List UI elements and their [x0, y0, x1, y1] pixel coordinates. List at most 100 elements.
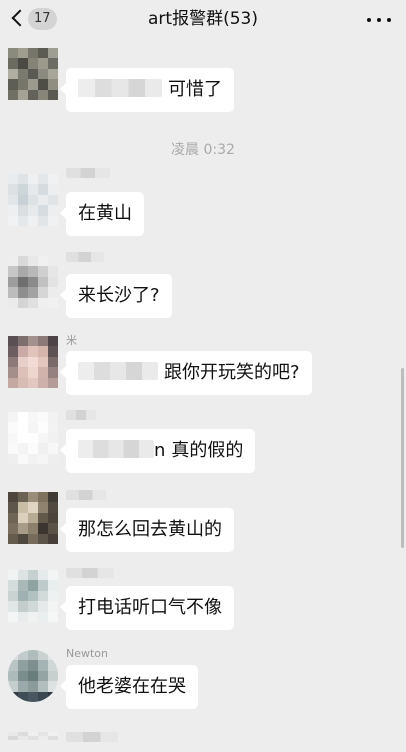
avatar-pixel — [48, 691, 58, 702]
avatar-pixel — [18, 68, 28, 80]
avatar-pixel — [38, 443, 48, 454]
message-list[interactable]: 可惜了 凌晨 0:32 在黄山 来长沙了? 米 跟你开玩笑的吧? n 真的假的 那… — [0, 40, 406, 752]
avatar-pixel — [28, 266, 38, 277]
avatar-pixel — [48, 174, 58, 185]
avatar-pixel — [28, 346, 38, 357]
avatar-pixel — [18, 205, 28, 216]
message-bubble[interactable]: 在黄山 — [60, 192, 144, 236]
avatar-pixel — [48, 377, 58, 388]
avatar-pixel — [48, 580, 58, 591]
avatar[interactable] — [8, 570, 58, 622]
avatar-pixel — [28, 570, 38, 581]
message-text: 那怎么回去黄山的 — [78, 519, 222, 540]
avatar-pixel — [48, 276, 58, 288]
avatar-pixel — [8, 48, 18, 59]
scrollbar[interactable] — [401, 368, 404, 548]
avatar-pixel — [48, 650, 58, 661]
avatar-pixel — [8, 412, 18, 423]
avatar-pixel — [28, 276, 38, 288]
avatar-pixel — [18, 691, 28, 702]
avatar-pixel — [18, 367, 28, 378]
avatar-pixel — [38, 601, 48, 612]
avatar-pixel — [48, 443, 58, 454]
avatar-pixel — [48, 89, 58, 100]
avatar-pixel — [38, 174, 48, 185]
avatar-pixel — [8, 422, 18, 433]
pixelated-nickname — [66, 568, 114, 578]
avatar-pixel — [48, 256, 58, 267]
avatar-pixel — [18, 533, 28, 544]
avatar-pixel — [18, 492, 28, 503]
avatar[interactable] — [8, 48, 58, 100]
avatar-pixel — [38, 492, 48, 503]
avatar-pixel — [28, 512, 38, 524]
avatar-pixel — [18, 48, 28, 59]
avatar-pixel — [8, 670, 18, 682]
message-bubble[interactable]: 那怎么回去黄山的 — [60, 508, 234, 552]
avatar-pixel — [18, 215, 28, 226]
avatar[interactable] — [8, 336, 58, 388]
avatar-pixel — [8, 377, 18, 388]
avatar-pixel — [38, 184, 48, 195]
message-bubble[interactable]: 可惜了 — [60, 68, 234, 112]
message-bubble[interactable]: 来长沙了? — [60, 274, 172, 318]
more-options-button[interactable] — [364, 8, 394, 32]
avatar-pixel — [48, 412, 58, 423]
avatar-pixel — [48, 453, 58, 464]
pixelated-nickname — [66, 410, 96, 420]
message-bubble[interactable]: 跟你开玩笑的吧? — [60, 351, 312, 395]
message-text: 可惜了 — [168, 79, 222, 100]
avatar-pixel — [28, 650, 38, 661]
avatar-pixel — [8, 266, 18, 277]
pixelated-mention — [78, 79, 162, 97]
avatar-pixel — [38, 58, 48, 69]
avatar[interactable] — [8, 174, 58, 226]
avatar-pixel — [38, 570, 48, 581]
avatar-pixel — [28, 611, 38, 622]
avatar-pixel — [28, 58, 38, 69]
avatar[interactable] — [8, 650, 58, 702]
avatar[interactable] — [8, 732, 58, 752]
avatar-pixel — [28, 523, 38, 534]
pixelated-mention — [78, 440, 154, 458]
avatar-pixel — [28, 660, 38, 671]
avatar-pixel — [28, 453, 38, 464]
avatar-pixel — [38, 297, 48, 308]
avatar-pixel — [18, 194, 28, 206]
message-bubble[interactable]: n 真的假的 — [59, 429, 256, 473]
avatar-pixel — [18, 287, 28, 298]
avatar-pixel — [8, 533, 18, 544]
avatar-pixel — [8, 736, 18, 740]
avatar-pixel — [48, 660, 58, 671]
avatar-pixel — [28, 601, 38, 612]
message-bubble[interactable]: 他老婆在在哭 — [60, 665, 198, 709]
avatar-pixel — [8, 570, 18, 581]
avatar-pixel — [48, 287, 58, 298]
avatar-pixel — [8, 590, 18, 602]
avatar-pixel — [18, 412, 28, 423]
avatar-pixel — [8, 58, 18, 69]
avatar-pixel — [28, 184, 38, 195]
avatar-pixel — [18, 174, 28, 185]
avatar-pixel — [48, 492, 58, 503]
avatar-pixel — [38, 89, 48, 100]
avatar-pixel — [18, 58, 28, 69]
sender-name: 米 — [66, 334, 77, 347]
avatar[interactable] — [8, 492, 58, 544]
avatar-pixel — [18, 590, 28, 602]
message-bubble[interactable]: 打电话听口气不像 — [60, 586, 234, 630]
avatar-pixel — [48, 570, 58, 581]
avatar-pixel — [18, 443, 28, 454]
avatar[interactable] — [8, 412, 58, 464]
avatar-pixel — [8, 611, 18, 622]
avatar-pixel — [48, 68, 58, 80]
avatar-pixel — [38, 502, 48, 513]
avatar-pixel — [38, 670, 48, 682]
more-dots-icon — [367, 18, 371, 22]
avatar-pixel — [8, 453, 18, 464]
avatar[interactable] — [8, 256, 58, 308]
avatar-pixel — [28, 367, 38, 378]
avatar-pixel — [8, 601, 18, 612]
avatar-pixel — [18, 89, 28, 100]
avatar-pixel — [28, 256, 38, 267]
